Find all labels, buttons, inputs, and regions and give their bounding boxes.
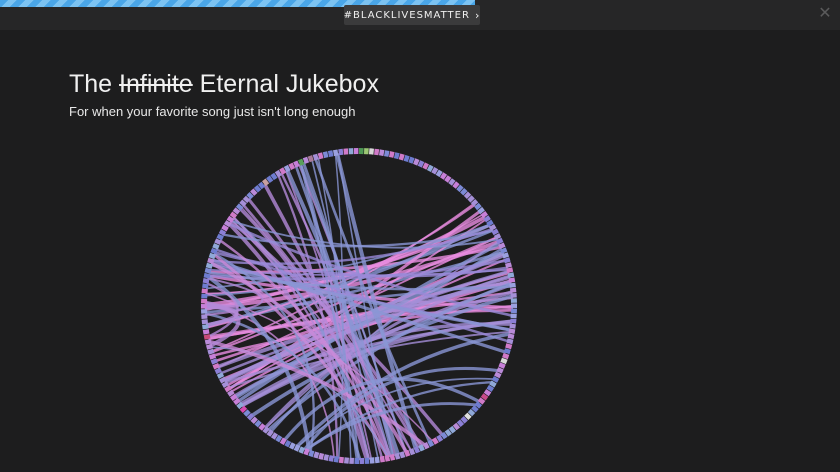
- beat-segment[interactable]: [343, 148, 349, 155]
- beat-segment[interactable]: [398, 153, 405, 161]
- beat-segment[interactable]: [379, 455, 385, 463]
- beat-segment[interactable]: [313, 451, 320, 459]
- beat-segment[interactable]: [327, 150, 334, 157]
- beat-segment[interactable]: [374, 148, 380, 156]
- beat-segment[interactable]: [505, 343, 513, 350]
- beat-segment[interactable]: [322, 151, 329, 159]
- beat-segment[interactable]: [503, 257, 511, 264]
- beat-segment[interactable]: [201, 293, 208, 299]
- beat-segment[interactable]: [201, 288, 208, 294]
- page-subtitle: For when your favorite song just isn't l…: [69, 104, 356, 119]
- beat-segment[interactable]: [344, 457, 349, 464]
- title-rest: Eternal Jukebox: [199, 70, 379, 98]
- beat-segment[interactable]: [349, 457, 354, 464]
- blacklivesmatter-banner-link[interactable]: #BLACKLIVESMATTER ›: [344, 5, 480, 25]
- jukebox-visualization[interactable]: [190, 140, 530, 472]
- beat-segment[interactable]: [384, 150, 390, 157]
- beat-segment[interactable]: [202, 283, 209, 289]
- top-bar: #BLACKLIVESMATTER › ✕: [0, 0, 840, 30]
- beat-segment[interactable]: [338, 148, 344, 156]
- beat-segment[interactable]: [318, 452, 325, 460]
- beat-segment[interactable]: [364, 148, 369, 155]
- page-title: The Infinite Eternal Jukebox: [69, 70, 379, 99]
- beat-segment[interactable]: [511, 303, 518, 308]
- beat-segment[interactable]: [206, 343, 213, 350]
- beat-segment[interactable]: [393, 152, 400, 160]
- beat-segment[interactable]: [201, 309, 208, 314]
- beat-segment[interactable]: [359, 148, 364, 155]
- title-struck-word: Infinite: [119, 70, 193, 98]
- beat-segment[interactable]: [200, 304, 207, 309]
- beat-segment[interactable]: [323, 454, 329, 461]
- beat-segment[interactable]: [505, 262, 512, 269]
- beat-segment[interactable]: [201, 314, 208, 319]
- title-word-the: The: [69, 70, 113, 98]
- beat-segment[interactable]: [374, 456, 380, 464]
- beat-segment[interactable]: [510, 308, 517, 314]
- beat-segment[interactable]: [207, 348, 215, 355]
- beat-segment[interactable]: [348, 148, 354, 155]
- beat-segment[interactable]: [389, 151, 395, 158]
- beat-segment[interactable]: [312, 153, 319, 161]
- beat-segment[interactable]: [507, 333, 515, 340]
- beat-segment[interactable]: [510, 318, 517, 324]
- beat-segment[interactable]: [510, 293, 517, 298]
- close-icon[interactable]: ✕: [816, 4, 834, 22]
- beat-segment[interactable]: [369, 457, 375, 464]
- beat-segment[interactable]: [359, 457, 365, 464]
- beat-segment[interactable]: [201, 319, 208, 325]
- beat-segment[interactable]: [369, 148, 374, 155]
- beat-segment[interactable]: [509, 323, 516, 329]
- beat-segment[interactable]: [510, 313, 517, 319]
- beat-segment[interactable]: [202, 324, 209, 330]
- beat-segment[interactable]: [403, 154, 410, 162]
- beat-segment[interactable]: [364, 457, 370, 464]
- beat-segment[interactable]: [510, 287, 517, 293]
- beat-segment[interactable]: [354, 457, 359, 464]
- beat-segment[interactable]: [510, 298, 517, 303]
- chevron-right-icon: ›: [474, 8, 481, 22]
- beat-segment[interactable]: [509, 282, 516, 288]
- beat-segment[interactable]: [333, 149, 339, 157]
- branch-edge: [204, 303, 239, 310]
- beat-segment[interactable]: [338, 456, 344, 464]
- beat-segment[interactable]: [204, 267, 212, 274]
- beat-segment[interactable]: [379, 149, 385, 156]
- beat-segment[interactable]: [353, 148, 359, 155]
- beat-segment[interactable]: [506, 338, 514, 345]
- beat-segment[interactable]: [202, 329, 210, 335]
- beat-segment[interactable]: [201, 298, 208, 304]
- banner-label: #BLACKLIVESMATTER: [343, 9, 470, 21]
- beat-segment[interactable]: [328, 455, 335, 462]
